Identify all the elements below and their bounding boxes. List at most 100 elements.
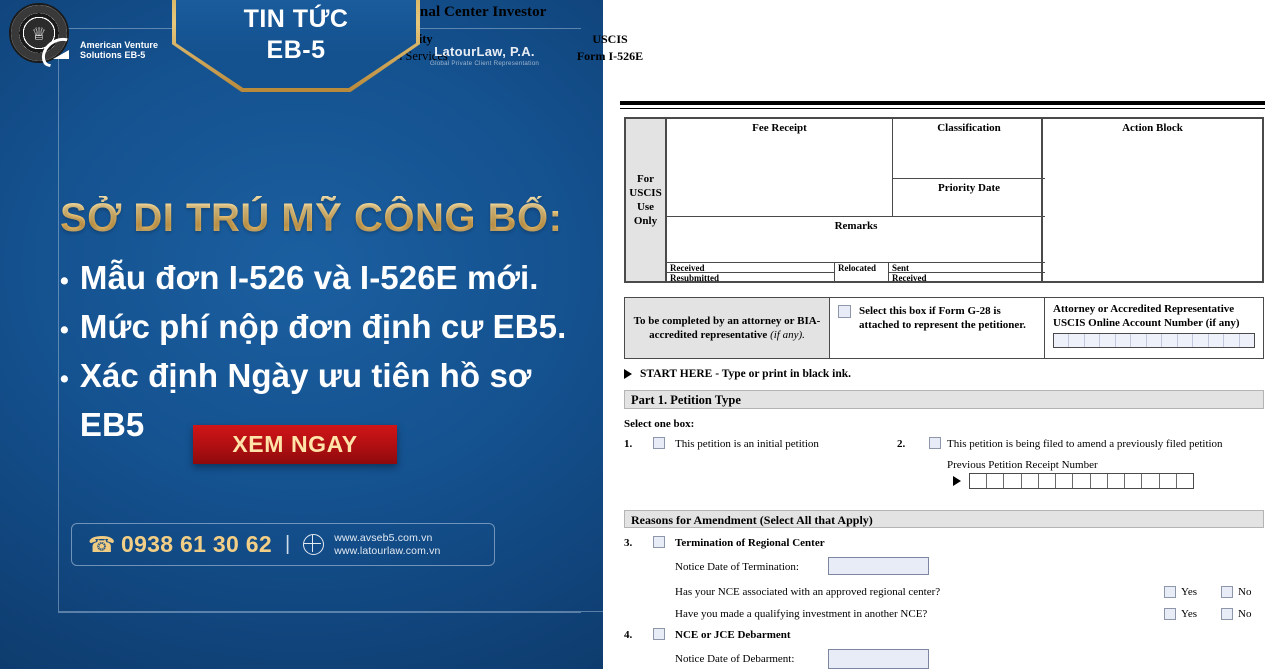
action-block-cell[interactable]: Action Block xyxy=(1041,119,1262,281)
q1-no-option[interactable]: No xyxy=(1221,586,1251,598)
termination-regional-center-checkbox[interactable] xyxy=(653,536,665,548)
xem-ngay-button[interactable]: XEM NGAY xyxy=(193,425,397,464)
notice-date-debarment-label: Notice Date of Debarment: xyxy=(675,653,795,665)
form-number: Form I-526E xyxy=(576,49,644,63)
relocated-cell[interactable]: Relocated xyxy=(835,263,889,282)
attorney-account-input[interactable] xyxy=(1053,333,1255,348)
for-uscis-use-only-text: For USCIS Use Only xyxy=(629,172,661,228)
attorney-account-field: Attorney or Accredited Representative US… xyxy=(1045,298,1263,358)
initial-petition-checkbox[interactable] xyxy=(653,437,665,449)
sent-cell[interactable]: Sent xyxy=(889,263,1045,273)
attorney-account-label-1: Attorney or Accredited Representative xyxy=(1053,303,1235,315)
promo-bullet-list: • Mẫu đơn I-526 và I-526E mới. • Mức phí n… xyxy=(60,253,603,449)
q2-no-option[interactable]: No xyxy=(1221,608,1251,620)
nce-jce-debarment-checkbox[interactable] xyxy=(653,628,665,640)
amend-petition-checkbox[interactable] xyxy=(929,437,941,449)
badge-text: TIN TỨC EB-5 xyxy=(176,4,416,66)
initial-petition-label: This petition is an initial petition xyxy=(675,438,819,450)
attorney-section: To be completed by an attorney or BIA-ac… xyxy=(624,297,1264,359)
q2-yes-checkbox[interactable] xyxy=(1164,608,1176,620)
priority-date-cell[interactable]: Priority Date xyxy=(893,179,1045,217)
priority-date-label: Priority Date xyxy=(938,182,1000,194)
classification-label: Classification xyxy=(937,122,1001,134)
nce-regional-center-question: Has your NCE associated with an approved… xyxy=(675,586,941,598)
g28-checkbox-group[interactable]: Select this box if Form G-28 is attached… xyxy=(830,298,1045,358)
attorney-account-label-2: USCIS Online Account Number (if any) xyxy=(1053,316,1240,329)
received-2-cell[interactable]: Received xyxy=(889,273,1045,283)
bullet-text-2: Mức phí nộp đơn định cư EB5. xyxy=(79,308,567,345)
resubmitted-cell[interactable]: Resubmitted xyxy=(667,272,835,283)
amend-petition-label: This petition is being filed to amend a … xyxy=(947,438,1223,450)
item-1-number: 1. xyxy=(624,438,633,450)
bullet-text-1: Mẫu đơn I-526 và I-526E mới. xyxy=(79,259,539,296)
q2-no-checkbox[interactable] xyxy=(1221,608,1233,620)
contact-divider: | xyxy=(285,533,291,555)
badge-line-1: TIN TỨC xyxy=(243,5,349,33)
bullet-dot-icon: • xyxy=(60,316,69,344)
notice-date-termination-label: Notice Date of Termination: xyxy=(675,561,799,573)
fee-receipt-cell[interactable]: Fee Receipt xyxy=(667,119,893,217)
fuuo-3: Use xyxy=(636,201,655,213)
badge-line-2: EB-5 xyxy=(266,36,326,64)
q1-yes-option[interactable]: Yes xyxy=(1164,586,1197,598)
received-cell[interactable]: Received xyxy=(667,263,835,273)
for-uscis-use-only-label: For USCIS Use Only xyxy=(626,119,667,281)
contact-url-1[interactable]: www.avseb5.com.vn xyxy=(334,532,432,544)
fuuo-1: For xyxy=(636,173,655,185)
contact-phone-number[interactable]: 0938 61 30 62 xyxy=(121,531,272,558)
bullet-dot-icon: • xyxy=(60,365,69,393)
remarks-label: Remarks xyxy=(834,220,878,232)
header-rule-thick xyxy=(620,101,1265,105)
fee-receipt-label: Fee Receipt xyxy=(752,122,807,134)
promo-headline: SỞ DI TRÚ MỸ CÔNG BỐ: xyxy=(60,196,590,241)
q2-no-label: No xyxy=(1238,608,1252,620)
qualifying-investment-question: Have you made a qualifying investment in… xyxy=(675,608,928,620)
notice-date-termination-input[interactable] xyxy=(828,557,929,575)
contact-urls: www.avseb5.com.vn www.latourlaw.com.vn xyxy=(334,532,440,558)
item-2-number: 2. xyxy=(897,438,906,450)
q2-yes-option[interactable]: Yes xyxy=(1164,608,1197,620)
logo-american-venture: American Venture Solutions EB-5 xyxy=(40,38,158,62)
q1-no-checkbox[interactable] xyxy=(1221,586,1233,598)
list-item: • Mẫu đơn I-526 và I-526E mới. xyxy=(60,253,603,302)
q2-yes-label: Yes xyxy=(1181,608,1198,620)
remarks-cell[interactable]: Remarks xyxy=(667,217,1045,263)
frame-line-top-left xyxy=(58,28,178,29)
phone-icon xyxy=(88,533,111,556)
promo-panel: TIN TỨC EB-5 American Venture Solutions … xyxy=(0,0,603,669)
attorney-left-label: To be completed by an attorney or BIA-ac… xyxy=(625,298,830,358)
attorney-left-italic: (if any). xyxy=(770,329,805,341)
notice-date-debarment-input[interactable] xyxy=(828,649,929,669)
bullet-dot-icon: • xyxy=(60,267,69,295)
contact-url-2[interactable]: www.latourlaw.com.vn xyxy=(334,545,440,557)
item-4-number: 4. xyxy=(624,629,633,641)
q1-no-label: No xyxy=(1238,586,1252,598)
form-uscis-label: USCIS xyxy=(592,32,628,46)
logo-latourlaw: LatourLaw, P.A. Global Private Client Re… xyxy=(430,44,539,68)
classification-cell[interactable]: Classification xyxy=(893,119,1045,179)
nce-jce-debarment-label: NCE or JCE Debarment xyxy=(675,629,791,641)
globe-icon xyxy=(303,534,325,555)
q1-yes-checkbox[interactable] xyxy=(1164,586,1176,598)
header-rule-thin xyxy=(620,108,1265,109)
contact-bar: 0938 61 30 62 | www.avseb5.com.vn www.la… xyxy=(71,523,495,566)
part1-heading: Part 1. Petition Type xyxy=(624,390,1264,409)
fuuo-2: USCIS xyxy=(629,187,662,199)
action-block-label: Action Block xyxy=(1122,122,1183,134)
screenshot-root: TIN TỨC EB-5 American Venture Solutions … xyxy=(0,0,1280,669)
receipt-triangle-icon xyxy=(953,476,961,486)
uscis-use-only-table: For USCIS Use Only Fee Receipt Classific… xyxy=(624,117,1264,283)
list-item: • Mức phí nộp đơn định cư EB5. xyxy=(60,302,603,351)
fuuo-4: Only xyxy=(633,215,658,227)
previous-receipt-input[interactable] xyxy=(969,473,1194,489)
logo-av-line1: American Venture xyxy=(80,39,159,50)
termination-regional-center-label: Termination of Regional Center xyxy=(675,537,825,549)
q1-yes-label: Yes xyxy=(1181,586,1198,598)
g28-checkbox-label: Select this box if Form G-28 is attached… xyxy=(859,305,1026,331)
start-here-instruction: START HERE - Type or print in black ink. xyxy=(624,368,851,380)
amendment-heading: Reasons for Amendment (Select All that A… xyxy=(624,510,1264,528)
frame-line-top-right xyxy=(415,28,581,29)
g28-checkbox[interactable] xyxy=(838,305,851,318)
start-here-text: START HERE - Type or print in black ink. xyxy=(640,368,852,380)
previous-receipt-label: Previous Petition Receipt Number xyxy=(947,459,1098,471)
